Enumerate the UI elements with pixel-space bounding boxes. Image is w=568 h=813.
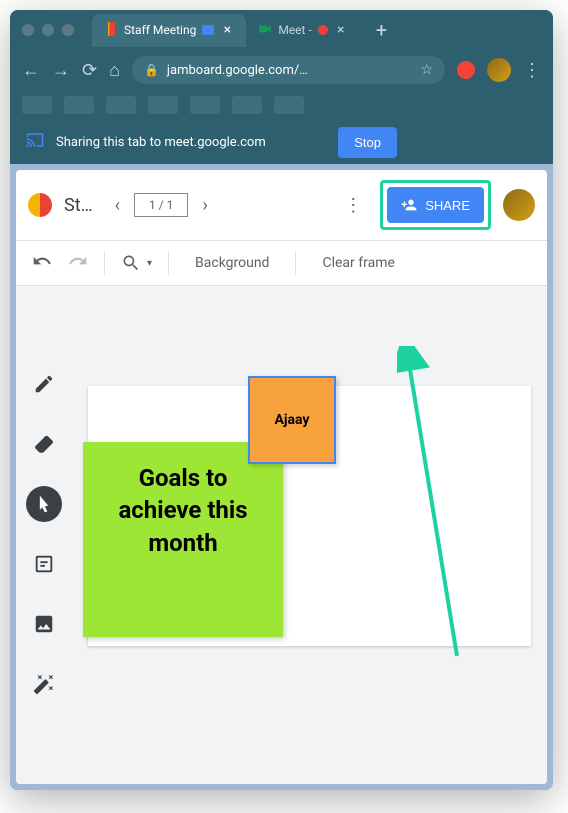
close-tab-icon[interactable]: ×	[334, 23, 348, 37]
maximize-window[interactable]	[62, 24, 74, 36]
bookmark-item[interactable]	[22, 96, 52, 114]
app-toolbar: ▾ Background Clear frame	[16, 240, 547, 286]
jamboard-frame[interactable]: Goals to achieve this month Ajaay	[88, 386, 531, 646]
minimize-window[interactable]	[42, 24, 54, 36]
next-frame-button[interactable]: ›	[192, 189, 217, 222]
eraser-tool[interactable]	[26, 426, 62, 462]
separator	[295, 251, 296, 275]
new-tab-button[interactable]: +	[368, 18, 395, 42]
tab-jamboard[interactable]: Staff Meeting ×	[92, 14, 246, 47]
bookmark-item[interactable]	[64, 96, 94, 114]
jamboard-app: St… ‹ 1 / 1 › ⋮ SHARE	[16, 170, 547, 784]
jamboard-logo-icon[interactable]	[28, 193, 52, 217]
dropdown-arrow-icon: ▾	[147, 258, 152, 269]
close-tab-icon[interactable]: ×	[220, 23, 234, 37]
select-tool[interactable]	[26, 486, 62, 522]
tab-label: Staff Meeting	[124, 23, 196, 37]
browser-window: Staff Meeting × Meet - × + ← → ⟳ ⌂ 🔒 jam…	[10, 10, 553, 790]
browser-tabs: Staff Meeting × Meet - ×	[92, 14, 360, 47]
zoom-control[interactable]: ▾	[121, 253, 152, 273]
bookmark-item[interactable]	[232, 96, 262, 114]
prev-frame-button[interactable]: ‹	[105, 189, 130, 222]
tab-label: Meet -	[278, 23, 311, 37]
frame-counter[interactable]: 1 / 1	[134, 193, 188, 217]
sticky-note-tool[interactable]	[26, 546, 62, 582]
tab-meet[interactable]: Meet - ×	[246, 14, 359, 47]
document-title[interactable]: St…	[64, 195, 93, 216]
cast-indicator-icon	[202, 25, 214, 35]
cast-icon	[26, 131, 44, 153]
person-add-icon	[401, 197, 417, 213]
meet-favicon	[258, 22, 272, 39]
canvas[interactable]: Goals to achieve this month Ajaay	[72, 286, 547, 784]
title-bar: Staff Meeting × Meet - × +	[10, 10, 553, 50]
forward-button[interactable]: →	[52, 60, 70, 81]
share-button[interactable]: SHARE	[387, 187, 484, 223]
frame-navigation: ‹ 1 / 1 ›	[105, 189, 218, 222]
back-button[interactable]: ←	[22, 60, 40, 81]
jamboard-favicon	[104, 22, 118, 39]
sticky-note-orange[interactable]: Ajaay	[248, 376, 336, 464]
stop-sharing-button[interactable]: Stop	[338, 127, 397, 158]
separator	[104, 251, 105, 275]
lock-icon: 🔒	[144, 63, 159, 77]
more-options-icon[interactable]: ⋮	[338, 189, 368, 222]
address-bar[interactable]: 🔒 jamboard.google.com/… ☆	[132, 56, 445, 84]
reload-button[interactable]: ⟳	[82, 60, 97, 81]
sticky-note-green[interactable]: Goals to achieve this month	[83, 442, 283, 637]
share-highlight-annotation: SHARE	[380, 180, 491, 230]
drawing-tools	[16, 286, 72, 784]
canvas-area: Goals to achieve this month Ajaay	[16, 286, 547, 784]
recording-indicator-icon	[318, 25, 328, 35]
clear-frame-button[interactable]: Clear frame	[312, 249, 404, 277]
sharing-notification-bar: Sharing this tab to meet.google.com Stop	[10, 120, 553, 164]
bookmark-item[interactable]	[106, 96, 136, 114]
window-controls	[22, 24, 74, 36]
app-header: St… ‹ 1 / 1 › ⋮ SHARE	[16, 170, 547, 240]
separator	[168, 251, 169, 275]
background-button[interactable]: Background	[185, 249, 279, 277]
pen-tool[interactable]	[26, 366, 62, 402]
browser-menu-icon[interactable]: ⋮	[523, 60, 541, 81]
bookmark-item[interactable]	[190, 96, 220, 114]
redo-button[interactable]	[68, 251, 88, 275]
close-window[interactable]	[22, 24, 34, 36]
extension-icon[interactable]	[457, 61, 475, 79]
url-text: jamboard.google.com/…	[167, 63, 308, 78]
bookmark-star-icon[interactable]: ☆	[420, 62, 433, 78]
sharing-message: Sharing this tab to meet.google.com	[56, 135, 266, 150]
url-bar: ← → ⟳ ⌂ 🔒 jamboard.google.com/… ☆ ⋮	[10, 50, 553, 90]
user-avatar[interactable]	[503, 189, 535, 221]
laser-tool[interactable]	[26, 666, 62, 702]
page-content: St… ‹ 1 / 1 › ⋮ SHARE	[10, 164, 553, 790]
share-label: SHARE	[425, 198, 470, 213]
zoom-icon	[121, 253, 141, 273]
bookmark-item[interactable]	[274, 96, 304, 114]
undo-button[interactable]	[32, 251, 52, 275]
profile-avatar[interactable]	[487, 58, 511, 82]
image-tool[interactable]	[26, 606, 62, 642]
bookmarks-bar	[10, 90, 553, 120]
home-button[interactable]: ⌂	[109, 60, 120, 81]
bookmark-item[interactable]	[148, 96, 178, 114]
